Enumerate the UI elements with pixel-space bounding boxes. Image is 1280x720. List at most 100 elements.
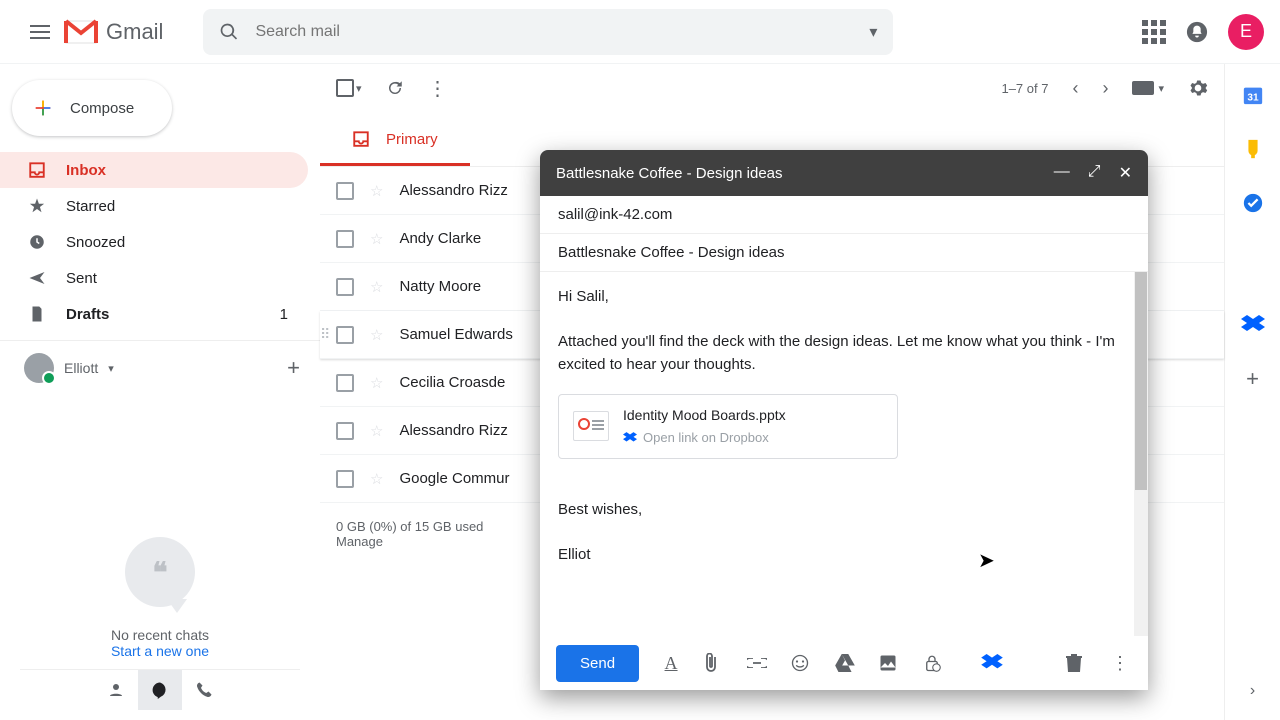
schedule-send-button[interactable]	[923, 654, 947, 672]
keep-icon	[1242, 138, 1264, 160]
more-options-button[interactable]: ⋮	[1108, 653, 1132, 674]
add-addon-button[interactable]: +	[1240, 366, 1266, 392]
add-contact-button[interactable]: +	[287, 355, 300, 381]
next-page-button[interactable]: ›	[1102, 78, 1108, 99]
fullscreen-button[interactable]: ⤢	[1088, 163, 1101, 183]
pptx-icon	[573, 411, 609, 441]
to-field[interactable]: salil@ink-42.com	[540, 196, 1148, 234]
tasks-icon	[1242, 192, 1264, 214]
lock-clock-icon	[923, 654, 941, 672]
keyboard-icon	[1132, 81, 1154, 95]
star-icon[interactable]: ☆	[370, 470, 383, 488]
settings-button[interactable]	[1188, 78, 1208, 98]
row-checkbox[interactable]	[336, 182, 354, 200]
close-button[interactable]: ✕	[1119, 163, 1132, 183]
notifications-icon[interactable]	[1186, 21, 1208, 43]
start-new-chat-link[interactable]: Start a new one	[20, 643, 300, 659]
insert-drive-button[interactable]	[835, 654, 859, 672]
calendar-icon: 31	[1242, 84, 1264, 106]
drafts-icon	[28, 305, 46, 323]
insert-photo-button[interactable]	[879, 654, 903, 672]
star-icon[interactable]: ☆	[370, 278, 383, 296]
more-button[interactable]: ⋮	[428, 76, 448, 101]
star-icon[interactable]: ☆	[370, 422, 383, 440]
inbox-icon	[352, 130, 370, 148]
prev-page-button[interactable]: ‹	[1072, 78, 1078, 99]
compose-body[interactable]: Hi Salil, Attached you'll find the deck …	[540, 272, 1148, 636]
hangouts-tab[interactable]	[138, 670, 182, 710]
star-icon	[28, 197, 46, 215]
insert-emoji-button[interactable]	[791, 654, 815, 672]
nav-starred[interactable]: Starred	[0, 188, 308, 224]
phone-tab[interactable]	[182, 670, 226, 710]
header: Gmail ▾ E	[0, 0, 1280, 64]
tasks-addon[interactable]	[1240, 190, 1266, 216]
drive-icon	[835, 654, 855, 672]
dropbox-icon	[1241, 315, 1265, 335]
checkbox-icon	[336, 79, 354, 97]
expand-sidebar-button[interactable]: ›	[1250, 682, 1255, 700]
attach-file-button[interactable]	[703, 653, 727, 673]
compose-title: Battlesnake Coffee - Design ideas	[556, 165, 783, 182]
keep-addon[interactable]	[1240, 136, 1266, 162]
photo-icon	[879, 654, 897, 672]
dropbox-addon[interactable]	[1240, 312, 1266, 338]
compose-toolbar: Send A ⋮	[540, 636, 1148, 690]
account-avatar[interactable]: E	[1228, 14, 1264, 50]
dropbox-icon	[981, 654, 1003, 672]
gmail-logo[interactable]: Gmail	[64, 19, 163, 45]
row-checkbox[interactable]	[336, 326, 354, 344]
row-checkbox[interactable]	[336, 230, 354, 248]
right-sidebar: 31 + ›	[1224, 64, 1280, 720]
row-checkbox[interactable]	[336, 470, 354, 488]
google-apps-button[interactable]	[1142, 20, 1166, 44]
nav-inbox[interactable]: Inbox	[0, 152, 308, 188]
mail-toolbar: ▾ ⋮ 1–7 of 7 ‹ › ▾	[320, 64, 1224, 112]
subject-field[interactable]: Battlesnake Coffee - Design ideas	[540, 234, 1148, 272]
calendar-addon[interactable]: 31	[1240, 82, 1266, 108]
discard-draft-button[interactable]	[1066, 654, 1090, 672]
refresh-button[interactable]	[386, 79, 404, 97]
contacts-tab[interactable]	[94, 670, 138, 710]
hangouts-bubble-icon: ❝	[125, 537, 195, 607]
input-tools-button[interactable]: ▾	[1132, 81, 1164, 95]
nav-snoozed[interactable]: Snoozed	[0, 224, 308, 260]
emoji-icon	[791, 654, 809, 672]
send-button[interactable]: Send	[556, 645, 639, 682]
compose-button[interactable]: Compose	[12, 80, 172, 136]
star-icon[interactable]: ☆	[370, 182, 383, 200]
star-icon[interactable]: ☆	[370, 230, 383, 248]
attachment-chip[interactable]: Identity Mood Boards.pptx Open link on D…	[558, 394, 898, 459]
chevron-down-icon[interactable]: ▾	[356, 82, 362, 95]
dropbox-insert-button[interactable]	[981, 654, 1005, 672]
search-bar[interactable]: ▾	[203, 9, 893, 55]
menu-button[interactable]	[16, 8, 64, 56]
phone-icon	[195, 681, 213, 699]
search-input[interactable]	[255, 23, 853, 41]
drag-handle-icon[interactable]: ⠿	[320, 326, 328, 343]
row-checkbox[interactable]	[336, 422, 354, 440]
row-checkbox[interactable]	[336, 278, 354, 296]
insert-link-button[interactable]	[747, 658, 771, 668]
search-options-dropdown[interactable]: ▾	[869, 22, 877, 42]
person-icon	[107, 681, 125, 699]
app-name: Gmail	[106, 19, 163, 45]
hangouts-profile[interactable]: Elliott ▾ +	[0, 340, 320, 395]
no-chats-text: No recent chats	[20, 627, 300, 643]
row-checkbox[interactable]	[336, 374, 354, 392]
select-all[interactable]: ▾	[336, 79, 362, 97]
plus-icon	[32, 97, 54, 119]
formatting-button[interactable]: A	[659, 653, 683, 674]
chevron-down-icon[interactable]: ▾	[108, 362, 114, 375]
compose-scrollbar[interactable]	[1134, 272, 1148, 636]
search-icon	[219, 22, 239, 42]
star-icon[interactable]: ☆	[370, 374, 383, 392]
nav-drafts[interactable]: Drafts 1	[0, 296, 308, 332]
minimize-button[interactable]: —	[1054, 163, 1070, 183]
tab-primary[interactable]: Primary	[320, 112, 470, 166]
star-icon[interactable]: ☆	[370, 326, 383, 344]
paperclip-icon	[703, 653, 719, 673]
compose-titlebar[interactable]: Battlesnake Coffee - Design ideas — ⤢ ✕	[540, 150, 1148, 196]
nav-sent[interactable]: Sent	[0, 260, 308, 296]
trash-icon	[1066, 654, 1082, 672]
